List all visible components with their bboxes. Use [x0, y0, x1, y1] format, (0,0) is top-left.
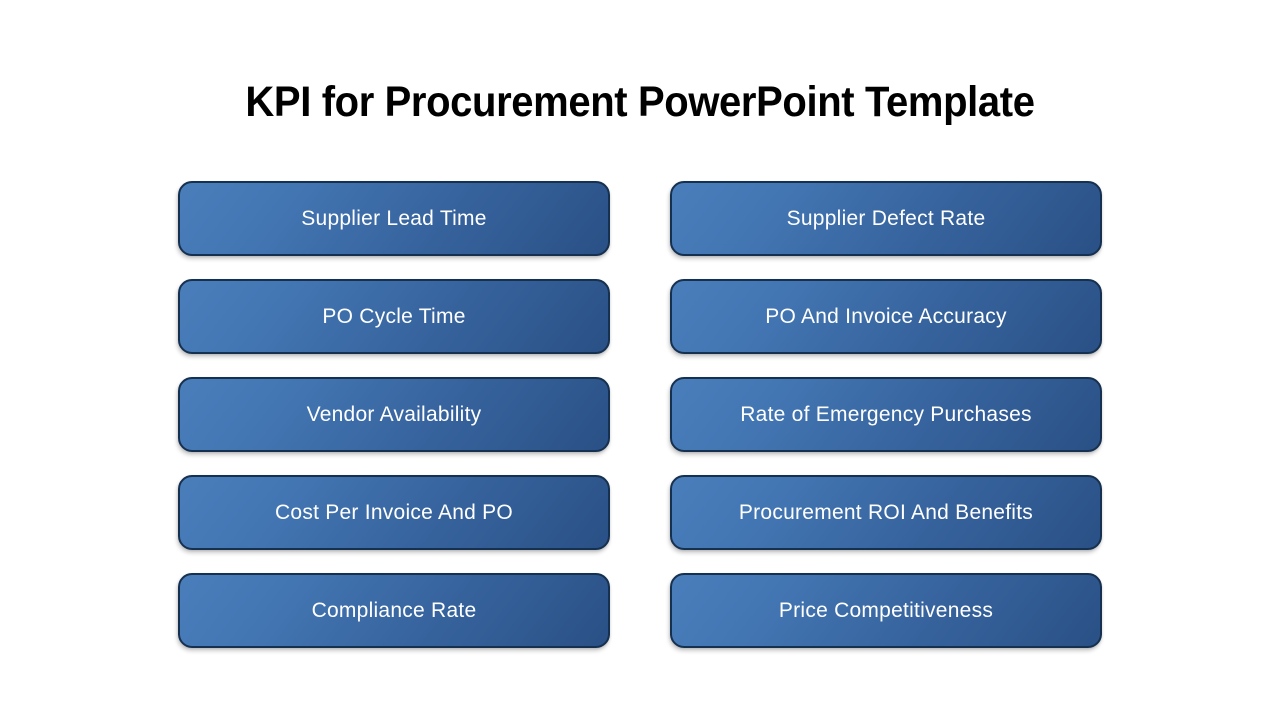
kpi-card-label: Vendor Availability — [306, 402, 482, 426]
page-title: KPI for Procurement PowerPoint Template — [245, 78, 1035, 126]
kpi-card-cost-per-invoice-and-po[interactable]: Cost Per Invoice And PO — [178, 475, 610, 550]
kpi-card-label: Supplier Defect Rate — [786, 206, 986, 230]
slide-canvas: KPI for Procurement PowerPoint Template … — [0, 0, 1280, 720]
kpi-card-label: Procurement ROI And Benefits — [738, 500, 1034, 524]
kpi-card-label: Rate of Emergency Purchases — [740, 402, 1032, 426]
kpi-card-label: Price Competitiveness — [778, 598, 994, 622]
kpi-card-po-cycle-time[interactable]: PO Cycle Time — [178, 279, 610, 354]
kpi-card-po-and-invoice-accuracy[interactable]: PO And Invoice Accuracy — [670, 279, 1102, 354]
kpi-card-label: Cost Per Invoice And PO — [274, 500, 514, 524]
kpi-card-grid: Supplier Lead Time Supplier Defect Rate … — [178, 181, 1102, 648]
kpi-card-rate-of-emergency-purchases[interactable]: Rate of Emergency Purchases — [670, 377, 1102, 452]
kpi-card-procurement-roi-and-benefits[interactable]: Procurement ROI And Benefits — [670, 475, 1102, 550]
kpi-card-label: Compliance Rate — [311, 598, 477, 622]
kpi-card-supplier-lead-time[interactable]: Supplier Lead Time — [178, 181, 610, 256]
kpi-card-label: Supplier Lead Time — [301, 206, 487, 230]
kpi-card-label: PO Cycle Time — [322, 304, 466, 328]
kpi-card-compliance-rate[interactable]: Compliance Rate — [178, 573, 610, 648]
kpi-card-supplier-defect-rate[interactable]: Supplier Defect Rate — [670, 181, 1102, 256]
kpi-card-vendor-availability[interactable]: Vendor Availability — [178, 377, 610, 452]
kpi-card-label: PO And Invoice Accuracy — [765, 304, 1007, 328]
kpi-card-price-competitiveness[interactable]: Price Competitiveness — [670, 573, 1102, 648]
